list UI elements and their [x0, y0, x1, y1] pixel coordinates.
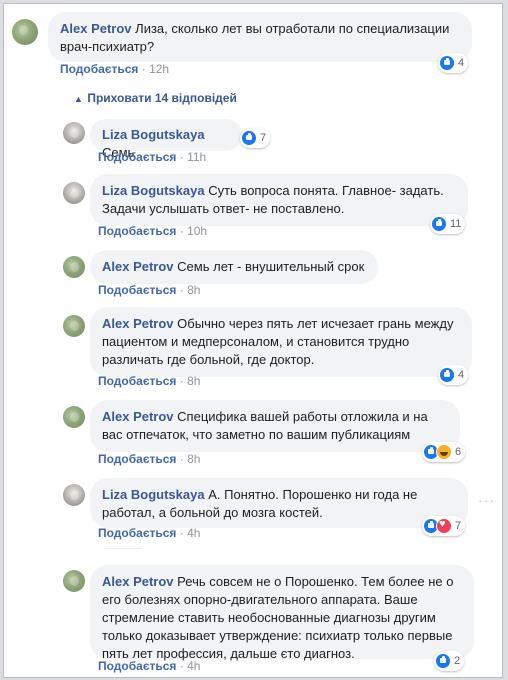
- reaction-count: 4: [458, 369, 465, 381]
- haha-reaction-icon: [436, 444, 452, 460]
- separator: ·: [179, 150, 184, 164]
- reaction-count: 4: [458, 57, 465, 69]
- reply-bubble: Alex Petrov Речь совсем не о Порошенко. …: [90, 565, 474, 661]
- reply-time[interactable]: 11h: [187, 150, 206, 164]
- divider: [104, 548, 142, 549]
- like-reaction-icon: [439, 55, 455, 71]
- hide-replies-link[interactable]: ▲ Приховати 14 відповідей: [74, 91, 237, 105]
- reply-actions: Подобається · 8h: [98, 374, 200, 388]
- reaction-count: 6: [455, 446, 462, 458]
- reply-author[interactable]: Alex Petrov: [102, 316, 174, 331]
- like-button[interactable]: Подобається: [98, 526, 176, 540]
- reply-actions: Подобається · 8h: [98, 283, 200, 297]
- reply-actions: Подобається · 11h: [98, 150, 206, 164]
- reply-bubble: Alex Petrov Специфика вашей работы отлож…: [90, 400, 460, 452]
- separator: ·: [179, 659, 184, 673]
- reply-bubble: Liza Bogutskaya Семь: [90, 119, 242, 160]
- reactions-badge[interactable]: 6: [422, 442, 466, 462]
- avatar[interactable]: [63, 315, 85, 337]
- reaction-count: 2: [454, 655, 461, 667]
- avatar[interactable]: [63, 256, 85, 278]
- reply-bubble: Alex Petrov Обычно через пять лет исчеза…: [90, 307, 472, 377]
- reply-author[interactable]: Alex Petrov: [102, 409, 174, 424]
- avatar[interactable]: [63, 122, 85, 144]
- separator: ·: [179, 526, 184, 540]
- reply-actions: Подобається · 8h: [98, 452, 200, 466]
- reactions-badge[interactable]: 7: [422, 516, 466, 536]
- separator: ·: [179, 452, 184, 466]
- comment-author[interactable]: Alex Petrov: [60, 21, 132, 36]
- separator: ·: [179, 283, 184, 297]
- comment-time[interactable]: 12h: [149, 62, 169, 76]
- love-reaction-icon: [436, 518, 452, 534]
- like-reaction-icon: [435, 653, 451, 669]
- like-button[interactable]: Подобається: [98, 452, 176, 466]
- avatar[interactable]: [63, 484, 85, 506]
- reply-time[interactable]: 8h: [187, 283, 200, 297]
- reply-bubble: Liza Bogutskaya А. Понятно. Порошенко ни…: [90, 478, 468, 528]
- separator: ·: [141, 62, 146, 76]
- like-button[interactable]: Подобається: [98, 150, 176, 164]
- reply-bubble: Alex Petrov Семь лет - внушительный срок: [90, 250, 378, 284]
- like-reaction-icon: [241, 130, 257, 146]
- reactions-badge[interactable]: 4: [438, 53, 469, 73]
- reply-time[interactable]: 8h: [187, 452, 200, 466]
- hide-replies-label: Приховати 14 відповідей: [87, 91, 237, 105]
- comment-bubble: Alex Petrov Лиза, сколько лет вы отработ…: [48, 12, 472, 62]
- reactions-badge[interactable]: 11: [430, 214, 466, 234]
- comments-panel: Alex Petrov Лиза, сколько лет вы отработ…: [3, 3, 503, 678]
- avatar[interactable]: [63, 182, 85, 204]
- reaction-count: 11: [450, 218, 462, 230]
- avatar[interactable]: [63, 570, 85, 592]
- reply-time[interactable]: 4h: [187, 659, 200, 673]
- reply-actions: Подобається · 4h: [98, 659, 200, 673]
- like-button[interactable]: Подобається: [98, 374, 176, 388]
- reply-time[interactable]: 8h: [187, 374, 200, 388]
- reply-time[interactable]: 4h: [187, 526, 200, 540]
- reactions-badge[interactable]: 2: [434, 651, 465, 671]
- like-reaction-icon: [439, 367, 455, 383]
- avatar[interactable]: [63, 406, 85, 428]
- reply-bubble: Liza Bogutskaya Суть вопроса понята. Гла…: [90, 174, 468, 226]
- reaction-count: 7: [455, 520, 462, 532]
- reply-actions: Подобається · 4h: [98, 526, 200, 540]
- like-reaction-icon: [431, 216, 447, 232]
- reply-author[interactable]: Liza Bogutskaya: [102, 127, 205, 142]
- separator: ·: [179, 374, 184, 388]
- like-button[interactable]: Подобається: [60, 62, 138, 76]
- reactions-badge[interactable]: 7: [240, 128, 271, 148]
- like-button[interactable]: Подобається: [98, 283, 176, 297]
- reply-author[interactable]: Liza Bogutskaya: [102, 487, 205, 502]
- reactions-badge[interactable]: 4: [438, 365, 469, 385]
- separator: ·: [179, 224, 184, 238]
- reply-author[interactable]: Liza Bogutskaya: [102, 183, 205, 198]
- reaction-count: 7: [260, 132, 267, 144]
- comment-actions: Подобається · 12h: [60, 62, 169, 76]
- reply-time[interactable]: 10h: [187, 224, 207, 238]
- reply-author[interactable]: Alex Petrov: [102, 574, 174, 589]
- avatar[interactable]: [12, 19, 38, 45]
- like-button[interactable]: Подобається: [98, 659, 176, 673]
- chevron-up-icon: ▲: [74, 94, 83, 104]
- like-button[interactable]: Подобається: [98, 224, 176, 238]
- reply-actions: Подобається · 10h: [98, 224, 207, 238]
- reply-text: Семь лет - внушительный срок: [177, 259, 365, 274]
- more-options-icon[interactable]: ···: [478, 492, 495, 508]
- reply-author[interactable]: Alex Petrov: [102, 259, 174, 274]
